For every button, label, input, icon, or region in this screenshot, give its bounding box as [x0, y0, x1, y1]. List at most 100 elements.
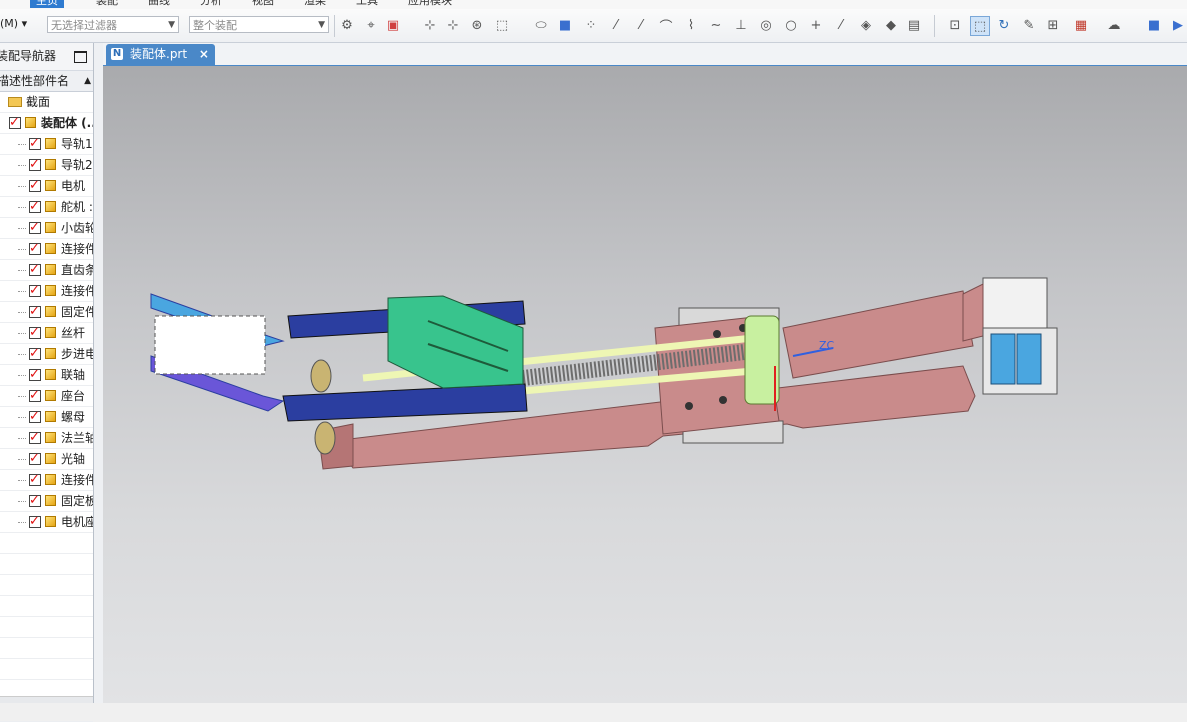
visibility-checkbox[interactable] [29, 302, 41, 322]
visibility-checkbox[interactable] [29, 176, 41, 196]
visibility-checkbox[interactable] [29, 512, 41, 532]
navigator-scrollbar[interactable] [0, 696, 93, 703]
selection-toolbar: (M) ▾ 无选择过滤器 ▼ 整个装配 ▼ ⚙ ⌖ ▣ ⊹ ⊹ ⊛ ⬚ ⬭ ■ … [0, 9, 1187, 43]
circle-icon[interactable]: ○ [782, 16, 800, 34]
tree-row-component[interactable]: 光轴 [0, 449, 93, 470]
circle-icon[interactable]: ◎ [757, 16, 775, 34]
snap-multi-icon[interactable]: ⊹ [444, 16, 462, 34]
spline-icon[interactable]: ∼ [707, 16, 725, 34]
face-icon[interactable]: ◈ [857, 16, 875, 34]
visibility-checkbox[interactable] [29, 491, 41, 511]
tree-row-component[interactable]: 丝杆 [0, 323, 93, 344]
tree-row-component[interactable]: 联轴 [0, 365, 93, 386]
snap-icon[interactable]: ⊹ [421, 16, 439, 34]
line-icon[interactable]: ⁄ [632, 16, 650, 34]
snap-point-icon[interactable]: ⌖ [362, 16, 380, 34]
tree-row-component[interactable]: 步进电 [0, 344, 93, 365]
tree-row-component[interactable]: 电机 [0, 176, 93, 197]
visibility-checkbox[interactable] [29, 428, 41, 448]
ribbon-tab-view[interactable]: 视图 [252, 0, 274, 8]
line-icon[interactable]: ⁄ [607, 16, 625, 34]
tree-label: 连接件 [61, 473, 93, 487]
fit-view-icon[interactable]: ⊡ [946, 16, 964, 34]
tree-row-root[interactable]: 装配体 (... [0, 113, 93, 134]
navigator-title: 装配导航器 [0, 49, 57, 63]
tree-row-component[interactable]: 舵机 : [0, 197, 93, 218]
tree-label: 光轴 [61, 452, 86, 466]
tree-row-component[interactable]: 连接件 [0, 281, 93, 302]
tree-connector [18, 480, 26, 481]
display-icon[interactable]: ▶ [1169, 16, 1187, 34]
snap-settings-icon[interactable]: ⚙ [338, 16, 356, 34]
maximize-icon[interactable] [74, 51, 87, 63]
visibility-checkbox[interactable] [29, 386, 41, 406]
visibility-checkbox[interactable] [29, 470, 41, 490]
document-tab[interactable]: N 装配体.prt × [106, 44, 215, 65]
component-icon [45, 411, 56, 422]
zoom-region-icon[interactable]: ⬚ [970, 16, 990, 36]
tree-row-component[interactable]: 连接件 [0, 470, 93, 491]
visibility-checkbox[interactable] [29, 260, 41, 280]
render-style-icon[interactable]: ☁ [1105, 16, 1123, 34]
rotate-icon[interactable]: ↻ [995, 16, 1013, 34]
tree-row-section[interactable]: 截面 [0, 92, 93, 113]
ribbon-tab-tools[interactable]: 工具 [356, 0, 378, 8]
tree-row-component[interactable]: 法兰轴 [0, 428, 93, 449]
arc-icon[interactable]: ⌒ [657, 16, 675, 35]
close-icon[interactable]: × [199, 47, 209, 61]
visibility-checkbox[interactable] [29, 155, 41, 175]
tree-row-component[interactable]: 螺母 [0, 407, 93, 428]
solid-icon[interactable]: ⬭ [532, 16, 550, 34]
cube-icon[interactable]: ■ [556, 16, 574, 34]
point-icon[interactable]: + [807, 16, 825, 34]
ribbon-tab-assembly[interactable]: 装配 [96, 0, 118, 8]
visibility-checkbox[interactable] [29, 281, 41, 301]
body-icon[interactable]: ▤ [905, 16, 923, 34]
ribbon-tab-home[interactable]: 主页 [30, 0, 64, 8]
tree-row-component[interactable]: 固定板 [0, 491, 93, 512]
visibility-checkbox[interactable] [29, 239, 41, 259]
visibility-checkbox[interactable] [9, 113, 21, 133]
layout-icon[interactable]: ▦ [1072, 16, 1090, 34]
tree-row-component[interactable]: 电机座 [0, 512, 93, 533]
polyline-icon[interactable]: ⌇ [682, 16, 700, 34]
select-box-icon[interactable]: ⬚ [493, 16, 511, 34]
select-mode-icon[interactable]: ▣ [384, 16, 402, 34]
visibility-checkbox[interactable] [29, 344, 41, 364]
tangent-icon[interactable]: ⊥ [732, 16, 750, 34]
ribbon-tab-render[interactable]: 渲染 [304, 0, 326, 8]
tree-row-component[interactable]: 座台 [0, 386, 93, 407]
scope-dropdown[interactable]: 整个装配 ▼ [189, 16, 329, 33]
tree-row-component[interactable]: 导轨1 [0, 134, 93, 155]
splitter[interactable] [94, 43, 103, 703]
menu-dropdown[interactable]: (M) ▾ [0, 17, 27, 30]
edge-icon[interactable]: ◆ [882, 16, 900, 34]
tree-row-component[interactable]: 小齿轮 [0, 218, 93, 239]
visibility-checkbox[interactable] [29, 134, 41, 154]
visibility-checkbox[interactable] [29, 197, 41, 217]
visibility-checkbox[interactable] [29, 449, 41, 469]
snap-group-icon[interactable]: ⊛ [468, 16, 486, 34]
tree-label: 螺母 [61, 410, 86, 424]
tree-row-component[interactable]: 固定件 [0, 302, 93, 323]
line-icon[interactable]: ⁄ [832, 16, 850, 34]
tree-connector [18, 228, 26, 229]
ribbon-tab-analysis[interactable]: 分析 [200, 0, 222, 8]
visibility-checkbox[interactable] [29, 365, 41, 385]
tree-row-component[interactable]: 导轨2 [0, 155, 93, 176]
assembly-icon [25, 117, 36, 128]
ribbon-tab-applications[interactable]: 应用模块 [408, 0, 452, 8]
selection-filter-dropdown[interactable]: 无选择过滤器 ▼ [47, 16, 179, 33]
visibility-checkbox[interactable] [29, 407, 41, 427]
visibility-checkbox[interactable] [29, 323, 41, 343]
graphics-viewport[interactable]: ZC [103, 66, 1187, 703]
cube-icon[interactable]: ■ [1145, 16, 1163, 34]
tree-row-component[interactable]: 连接件 [0, 239, 93, 260]
points-icon[interactable]: ⁘ [582, 16, 600, 34]
ribbon-tab-curve[interactable]: 曲线 [148, 0, 170, 8]
pan-icon[interactable]: ✎ [1020, 16, 1038, 34]
tree-row-component[interactable]: 直齿条 [0, 260, 93, 281]
visibility-checkbox[interactable] [29, 218, 41, 238]
column-header[interactable]: 描述性部件名 ▲ [0, 71, 93, 92]
orient-view-icon[interactable]: ⊞ [1044, 16, 1062, 34]
